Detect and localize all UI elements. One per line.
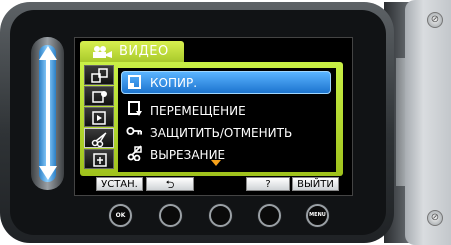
side-tab-edit[interactable] (84, 128, 114, 148)
trimming-icon (127, 145, 142, 161)
back-button[interactable]: ⮌ (146, 177, 194, 191)
screw-icon: ⊘ (427, 210, 443, 226)
menu-item-label: ПЕРЕМЕЩЕНИЕ (150, 104, 246, 118)
hinge-panel (405, 0, 451, 245)
copy-icon (128, 75, 141, 89)
menu-item-label: КОПИР. (150, 76, 198, 90)
set-button[interactable]: УСТАН. (96, 177, 143, 191)
slider-shaft (46, 58, 50, 168)
edit-scissors-icon (91, 132, 107, 147)
arrow-up-icon (39, 46, 57, 60)
move-icon (128, 101, 142, 116)
playlist-icon (91, 68, 108, 83)
screw-icon: ⊘ (427, 12, 443, 28)
protect-key-icon (126, 127, 142, 135)
thumbnail-icon (92, 91, 107, 103)
playback-icon (92, 111, 106, 125)
ok-button[interactable]: OK (109, 204, 132, 227)
video-camera-icon (93, 46, 112, 58)
menu-icon: MENU (309, 212, 326, 218)
menu-item-label: ЗАЩИТИТЬ/ОТМЕНИТЬ (150, 126, 293, 140)
side-tab-info[interactable] (84, 149, 114, 169)
side-tab-playback[interactable] (84, 107, 114, 127)
function-button-3[interactable] (258, 204, 281, 227)
menu-button[interactable]: MENU (306, 204, 329, 227)
function-button-2[interactable] (209, 204, 232, 227)
info-icon (93, 153, 107, 167)
side-tab-playlist[interactable] (84, 65, 114, 85)
exit-button[interactable]: ВЫЙТИ (292, 177, 339, 191)
side-tab-thumbnail[interactable] (84, 86, 114, 106)
function-button-1[interactable] (159, 204, 182, 227)
help-button[interactable]: ? (246, 177, 290, 191)
more-items-arrow-icon (211, 160, 221, 166)
tab-label: ВИДЕО (119, 44, 169, 59)
ok-icon: OK (115, 212, 126, 219)
arrow-down-icon (39, 166, 57, 180)
